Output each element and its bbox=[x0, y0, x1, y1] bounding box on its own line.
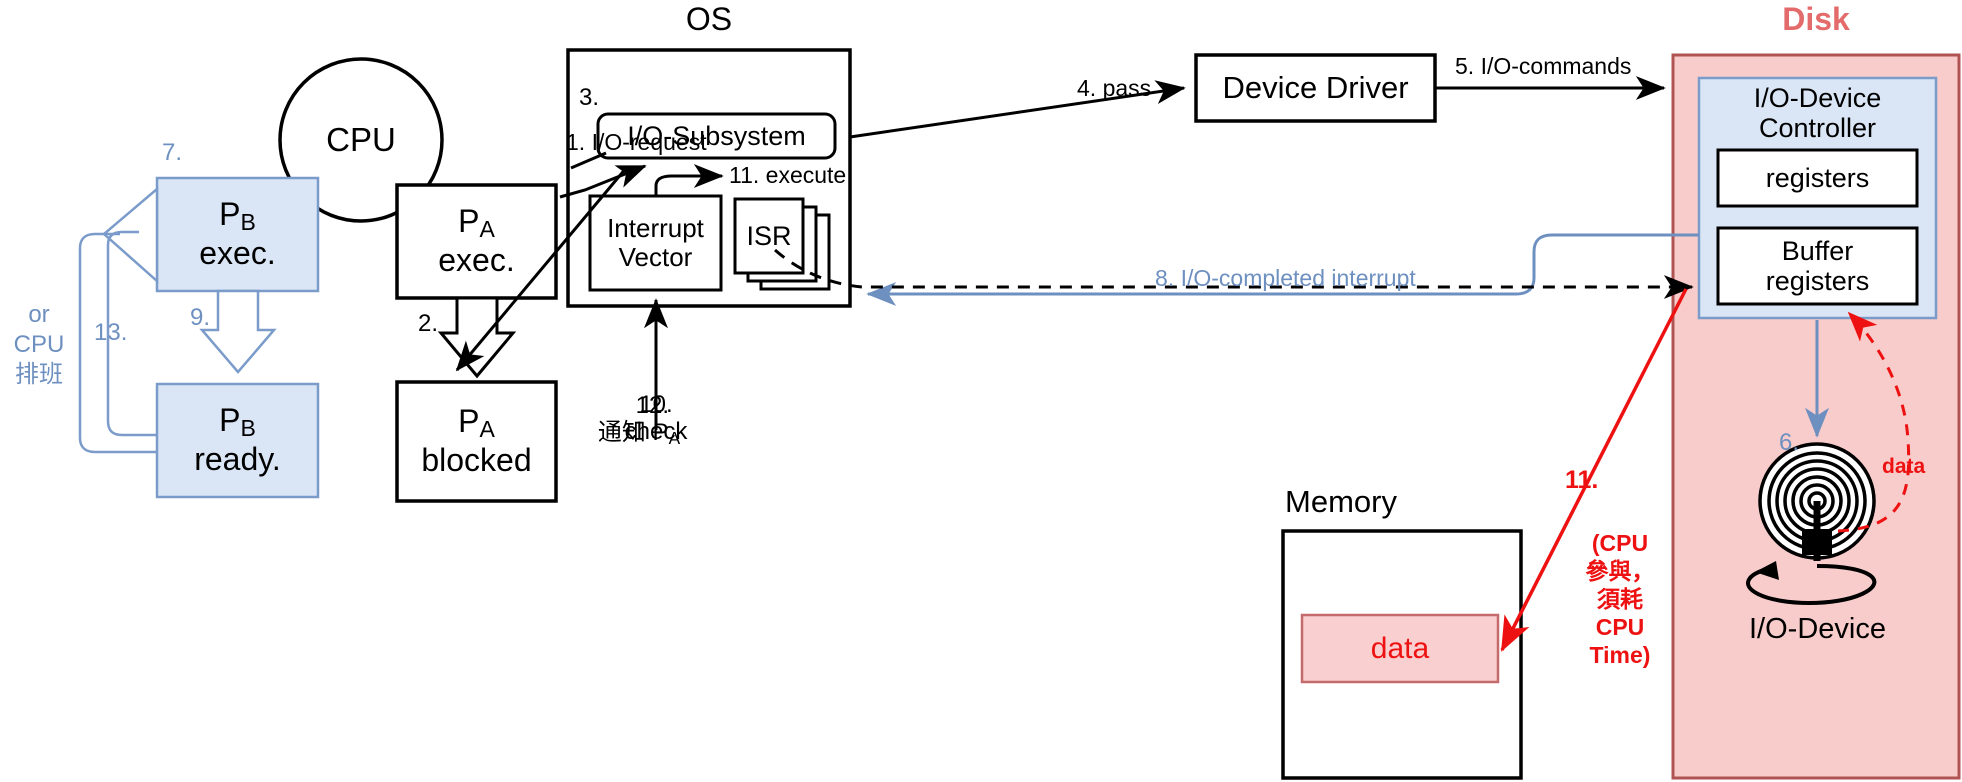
step-7-label: 7. bbox=[162, 139, 183, 166]
pb-ready-state: ready. bbox=[194, 441, 281, 478]
step-9-label: 9. bbox=[190, 304, 211, 331]
step-12-text: 12. 通知 P bbox=[597, 391, 670, 446]
step-11-red-note: (CPU 參與， 須耗 CPU Time) bbox=[1585, 530, 1655, 669]
io-device-controller-label: I/O-Device Controller bbox=[1753, 82, 1882, 143]
step-2-label: 2. bbox=[418, 310, 439, 337]
pa-blocked-sub: A bbox=[479, 416, 495, 443]
step-12-label: 12. 通知 PA bbox=[578, 366, 700, 475]
step-11-execute-label: 11. execute bbox=[729, 162, 847, 188]
pb-ready-label: PB ready. bbox=[157, 384, 318, 497]
pb-ready-p: P bbox=[219, 402, 241, 439]
pa-blocked-state: blocked bbox=[421, 442, 532, 479]
arrow-step-2 bbox=[437, 296, 517, 379]
pa-exec-sub: A bbox=[479, 216, 495, 243]
pb-exec-sub: B bbox=[240, 209, 256, 236]
step-8-label: 8. I/O-completed interrupt bbox=[1155, 265, 1416, 291]
memory-data-label: data bbox=[1370, 631, 1430, 665]
step-13-label: 13. bbox=[94, 319, 128, 346]
buffer-registers-label: Buffer registers bbox=[1765, 235, 1870, 296]
isr-label: ISR bbox=[746, 220, 792, 251]
pa-exec-p: P bbox=[458, 203, 480, 240]
pa-exec-state: exec. bbox=[438, 242, 515, 279]
io-device-label: I/O-Device bbox=[1749, 613, 1886, 645]
pb-exec-state: exec. bbox=[199, 235, 276, 272]
pb-exec-p: P bbox=[219, 196, 241, 233]
step-6-label: 6. bbox=[1779, 429, 1800, 456]
step-5-label: 5. I/O-commands bbox=[1455, 53, 1632, 79]
disk-data-label: data bbox=[1882, 455, 1926, 478]
pb-exec-label: PB exec. bbox=[157, 178, 318, 291]
step-4-label: 4. pass bbox=[1077, 75, 1152, 101]
pb-ready-sub: B bbox=[240, 415, 256, 442]
or-cpu-schedule-label: or CPU 排班 bbox=[13, 301, 65, 388]
os-title: OS bbox=[685, 1, 733, 37]
cpu-label: CPU bbox=[326, 120, 396, 158]
step-3-label: 3. bbox=[579, 84, 600, 111]
arrow-step-9 bbox=[199, 289, 277, 374]
diagram-canvas: OS Disk CPU PB exec. PB ready. PA exec. … bbox=[0, 0, 1962, 782]
device-driver-label: Device Driver bbox=[1222, 69, 1409, 105]
pa-blocked-p: P bbox=[458, 403, 480, 440]
disk-title: Disk bbox=[1782, 1, 1850, 37]
step-1-label: 1. I/O-request bbox=[566, 129, 707, 155]
pa-blocked-label: PA blocked bbox=[397, 382, 556, 501]
memory-title: Memory bbox=[1285, 484, 1397, 519]
step-11-red-label: 11. bbox=[1565, 466, 1599, 494]
interrupt-vector-label: Interrupt Vector bbox=[607, 212, 704, 272]
step-12-sub: A bbox=[668, 427, 681, 448]
pa-exec-label: PA exec. bbox=[397, 185, 556, 298]
registers-label: registers bbox=[1765, 162, 1870, 193]
